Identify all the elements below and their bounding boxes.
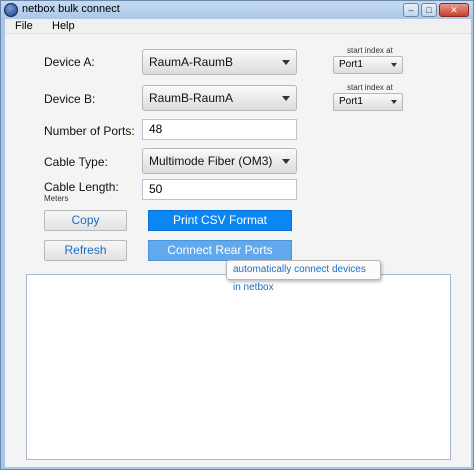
device-a-select[interactable]: RaumA-RaumB [142, 49, 297, 75]
num-ports-input[interactable]: 48 [142, 119, 297, 140]
print-csv-button[interactable]: Print CSV Format [148, 210, 292, 231]
window-title: netbox bulk connect [22, 3, 120, 15]
chevron-down-icon [282, 159, 290, 164]
start-index-a-value: Port1 [339, 59, 363, 70]
connect-tooltip: automatically connect devices in netbox [226, 260, 381, 293]
copy-button[interactable]: Copy [44, 210, 127, 231]
minimize-button[interactable]: – [403, 3, 419, 17]
num-ports-label: Number of Ports: [44, 124, 135, 138]
chevron-down-icon [282, 60, 290, 65]
client-area: File Help Device A: RaumA-RaumB start in… [5, 19, 471, 467]
menu-bar: File Help [5, 19, 471, 34]
device-a-value: RaumA-RaumB [149, 55, 234, 69]
start-index-b-value: Port1 [339, 96, 363, 107]
main-panel: Device A: RaumA-RaumB start index at Por… [5, 34, 471, 467]
refresh-button[interactable]: Refresh [44, 240, 127, 261]
maximize-button[interactable]: □ [421, 3, 437, 17]
cable-length-label: Cable Length: [44, 180, 119, 194]
cable-length-unit: Meters [44, 194, 69, 203]
start-index-a-label: start index at [347, 46, 393, 55]
chevron-down-icon [391, 63, 397, 67]
connect-rear-ports-button[interactable]: Connect Rear Ports [148, 240, 292, 261]
start-index-b-label: start index at [347, 83, 393, 92]
app-icon [4, 3, 18, 17]
start-index-b-select[interactable]: Port1 [333, 93, 403, 111]
chevron-down-icon [282, 96, 290, 101]
title-bar[interactable]: netbox bulk connect – □ ✕ [1, 1, 473, 19]
output-textarea[interactable] [26, 274, 451, 460]
device-b-select[interactable]: RaumB-RaumA [142, 85, 297, 111]
cable-type-label: Cable Type: [44, 155, 108, 169]
device-b-label: Device B: [44, 92, 96, 106]
device-a-label: Device A: [44, 55, 95, 69]
app-window: netbox bulk connect – □ ✕ File Help Devi… [0, 0, 474, 470]
cable-type-value: Multimode Fiber (OM3) [149, 154, 273, 168]
cable-type-select[interactable]: Multimode Fiber (OM3) [142, 148, 297, 174]
device-b-value: RaumB-RaumA [149, 91, 234, 105]
menu-file[interactable]: File [15, 20, 33, 32]
menu-help[interactable]: Help [52, 20, 75, 32]
cable-length-input[interactable]: 50 [142, 179, 297, 200]
start-index-a-select[interactable]: Port1 [333, 56, 403, 74]
chevron-down-icon [391, 100, 397, 104]
close-button[interactable]: ✕ [439, 3, 469, 17]
